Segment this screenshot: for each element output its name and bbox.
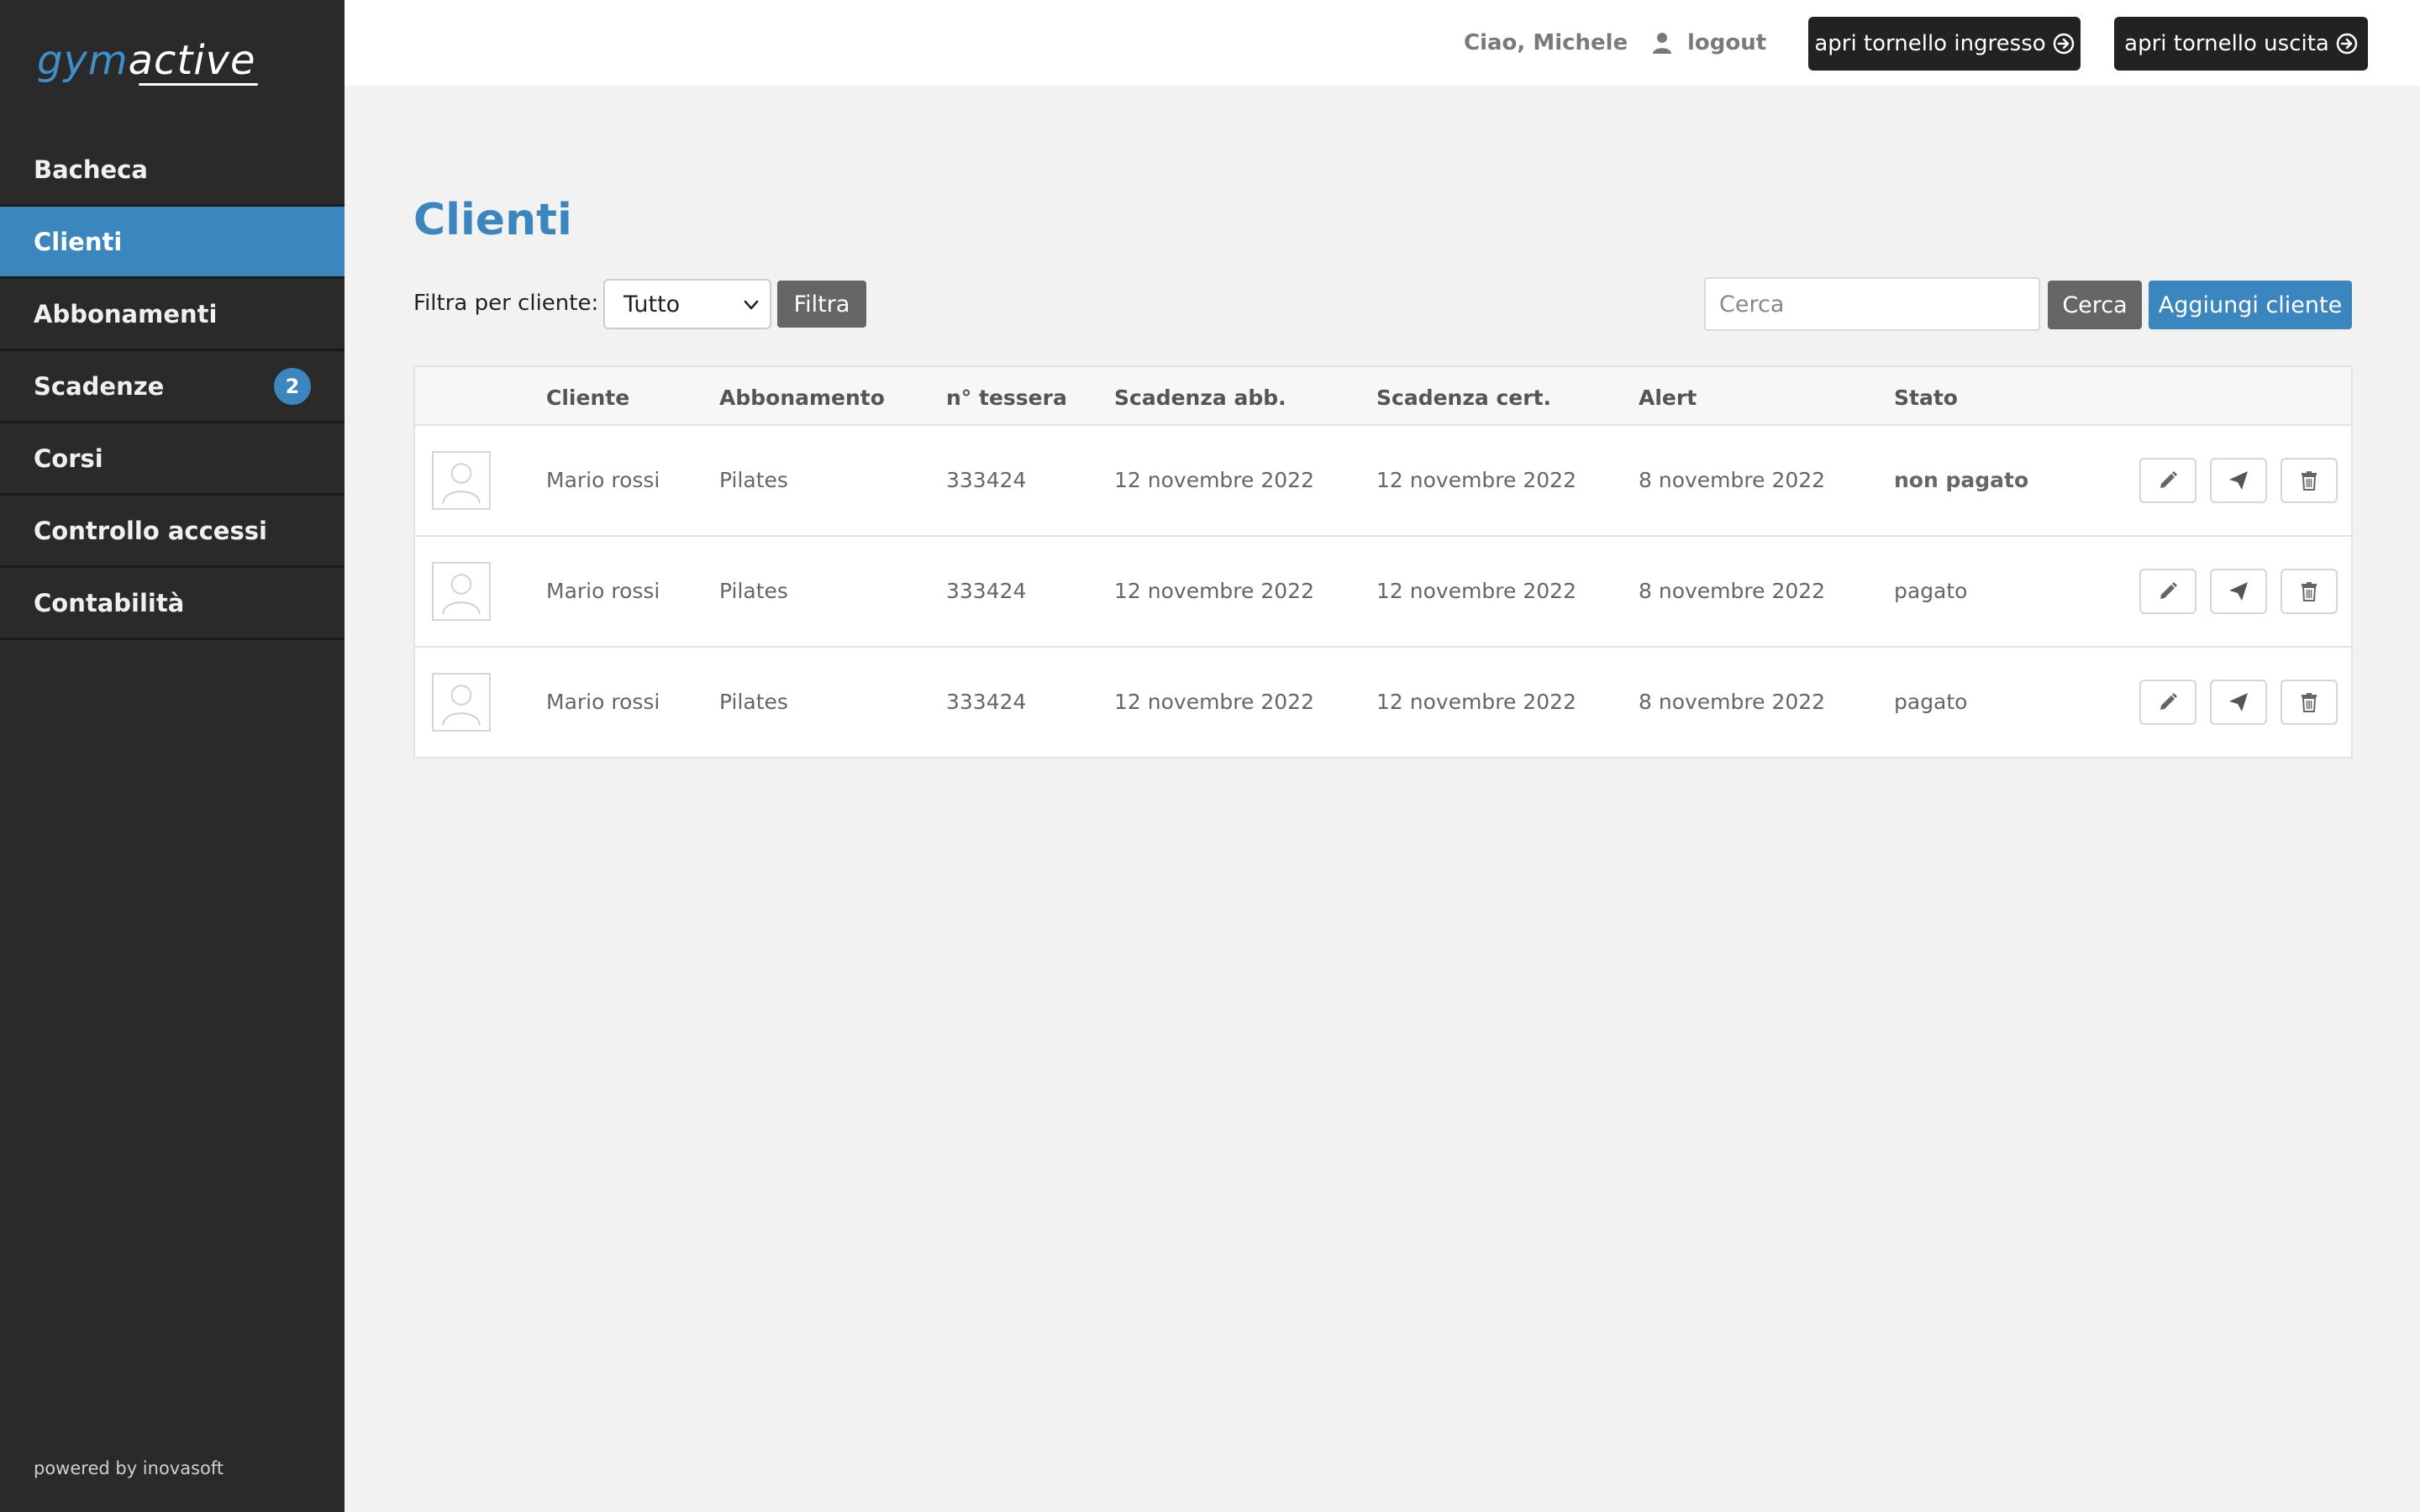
row-actions [2139,680,2338,725]
sidebar-item-abbonamenti[interactable]: Abbonamenti [0,279,345,351]
logo-gym-text: gym [37,37,129,84]
chevron-down-icon [744,300,759,310]
column-header-tessera: n° tessera [946,386,1067,410]
row-actions [2139,569,2338,614]
cell-stato: non pagato [1894,468,2029,492]
cell-alert: 8 novembre 2022 [1639,690,1826,714]
search-button[interactable]: Cerca [2048,281,2142,329]
delete-button[interactable] [2281,458,2338,503]
edit-button[interactable] [2139,680,2196,725]
page-title: Clienti [413,195,572,245]
cell-tessera: 333424 [946,690,1027,714]
open-entrance-turnstile-button[interactable]: apri tornello ingresso [1808,17,2081,71]
cell-scadenza-abb: 12 novembre 2022 [1114,579,1314,603]
sidebar: gymactive Bacheca Clienti Abbonamenti Sc… [0,0,345,1512]
sidebar-item-contabilita[interactable]: Contabilità [0,568,345,640]
cell-scadenza-abb: 12 novembre 2022 [1114,690,1314,714]
paper-plane-icon [2229,471,2248,490]
pencil-icon [2160,471,2177,488]
cell-cliente: Mario rossi [546,690,660,714]
cell-scadenza-cert: 12 novembre 2022 [1376,690,1576,714]
sidebar-item-bacheca[interactable]: Bacheca [0,134,345,207]
user-avatar-placeholder-icon [432,451,491,510]
sidebar-item-controllo-accessi[interactable]: Controllo accessi [0,496,345,568]
cell-tessera: 333424 [946,579,1027,603]
table-row[interactable]: Mario rossi Pilates 333424 12 novembre 2… [415,426,2351,537]
logout-link[interactable]: logout [1652,30,1766,55]
user-avatar-placeholder-icon [432,673,491,732]
cell-tessera: 333424 [946,468,1027,492]
entrance-button-label: apri tornello ingresso [1814,31,2046,56]
column-header-alert: Alert [1639,386,1697,410]
scadenze-count-badge: 2 [274,367,311,405]
send-button[interactable] [2210,680,2267,725]
logout-label: logout [1687,30,1767,55]
cell-abbonamento: Pilates [719,579,788,603]
paper-plane-icon [2229,693,2248,711]
column-header-cliente: Cliente [546,386,630,410]
sidebar-item-label: Scadenze [34,371,165,401]
filter-label: Filtra per cliente: [413,291,599,316]
logo-active-text: active [128,37,256,84]
cell-abbonamento: Pilates [719,468,788,492]
table-row[interactable]: Mario rossi Pilates 333424 12 novembre 2… [415,648,2351,759]
column-header-scadenza-cert: Scadenza cert. [1376,386,1552,410]
powered-by-footer: powered by inovasoft [34,1458,224,1478]
sidebar-nav: Bacheca Clienti Abbonamenti Scadenze 2 Co… [0,134,345,640]
sidebar-item-label: Bacheca [34,155,148,184]
cell-alert: 8 novembre 2022 [1639,579,1826,603]
open-exit-turnstile-button[interactable]: apri tornello uscita [2114,17,2368,71]
cell-stato: pagato [1894,690,1968,714]
cell-cliente: Mario rossi [546,579,660,603]
send-button[interactable] [2210,569,2267,614]
table-row[interactable]: Mario rossi Pilates 333424 12 novembre 2… [415,537,2351,648]
paper-plane-icon [2229,582,2248,601]
cell-stato: pagato [1894,579,1968,603]
gymactive-logo[interactable]: gymactive [37,37,255,92]
client-filter-selected-value: Tutto [623,291,681,318]
sidebar-item-label: Contabilità [34,588,185,617]
delete-button[interactable] [2281,569,2338,614]
sidebar-item-clienti[interactable]: Clienti [0,207,345,279]
user-avatar-placeholder-icon [432,562,491,621]
client-filter-select[interactable]: Tutto [603,279,771,329]
user-greeting: Ciao, Michele [1464,30,1628,55]
sidebar-item-scadenze[interactable]: Scadenze 2 [0,351,345,423]
trash-icon [2302,582,2317,601]
filter-button[interactable]: Filtra [777,281,866,328]
sidebar-item-label: Clienti [34,227,123,256]
cell-abbonamento: Pilates [719,690,788,714]
user-icon [1653,33,1671,54]
edit-button[interactable] [2139,569,2196,614]
pencil-icon [2160,693,2177,710]
add-client-button[interactable]: Aggiungi cliente [2149,281,2352,329]
clients-table: Cliente Abbonamento n° tessera Scadenza … [413,365,2353,759]
arrow-circle-right-icon [2053,33,2074,55]
cell-scadenza-cert: 12 novembre 2022 [1376,468,1576,492]
top-bar: Ciao, Michele logout apri tornello ingre… [345,0,2420,86]
column-header-abbonamento: Abbonamento [719,386,885,410]
column-header-stato: Stato [1894,386,1958,410]
sidebar-item-label: Controllo accessi [34,516,267,545]
sidebar-item-label: Corsi [34,444,103,473]
search-input[interactable] [1704,277,2040,331]
sidebar-item-label: Abbonamenti [34,299,218,328]
send-button[interactable] [2210,458,2267,503]
edit-button[interactable] [2139,458,2196,503]
table-header: Cliente Abbonamento n° tessera Scadenza … [415,367,2351,426]
row-actions [2139,458,2338,503]
cell-scadenza-abb: 12 novembre 2022 [1114,468,1314,492]
cell-cliente: Mario rossi [546,468,660,492]
pencil-icon [2160,582,2177,599]
sidebar-item-corsi[interactable]: Corsi [0,423,345,496]
cell-scadenza-cert: 12 novembre 2022 [1376,579,1576,603]
arrow-circle-right-icon [2336,33,2358,55]
trash-icon [2302,471,2317,491]
trash-icon [2302,693,2317,712]
exit-button-label: apri tornello uscita [2124,31,2329,56]
column-header-scadenza-abb: Scadenza abb. [1114,386,1286,410]
delete-button[interactable] [2281,680,2338,725]
cell-alert: 8 novembre 2022 [1639,468,1826,492]
